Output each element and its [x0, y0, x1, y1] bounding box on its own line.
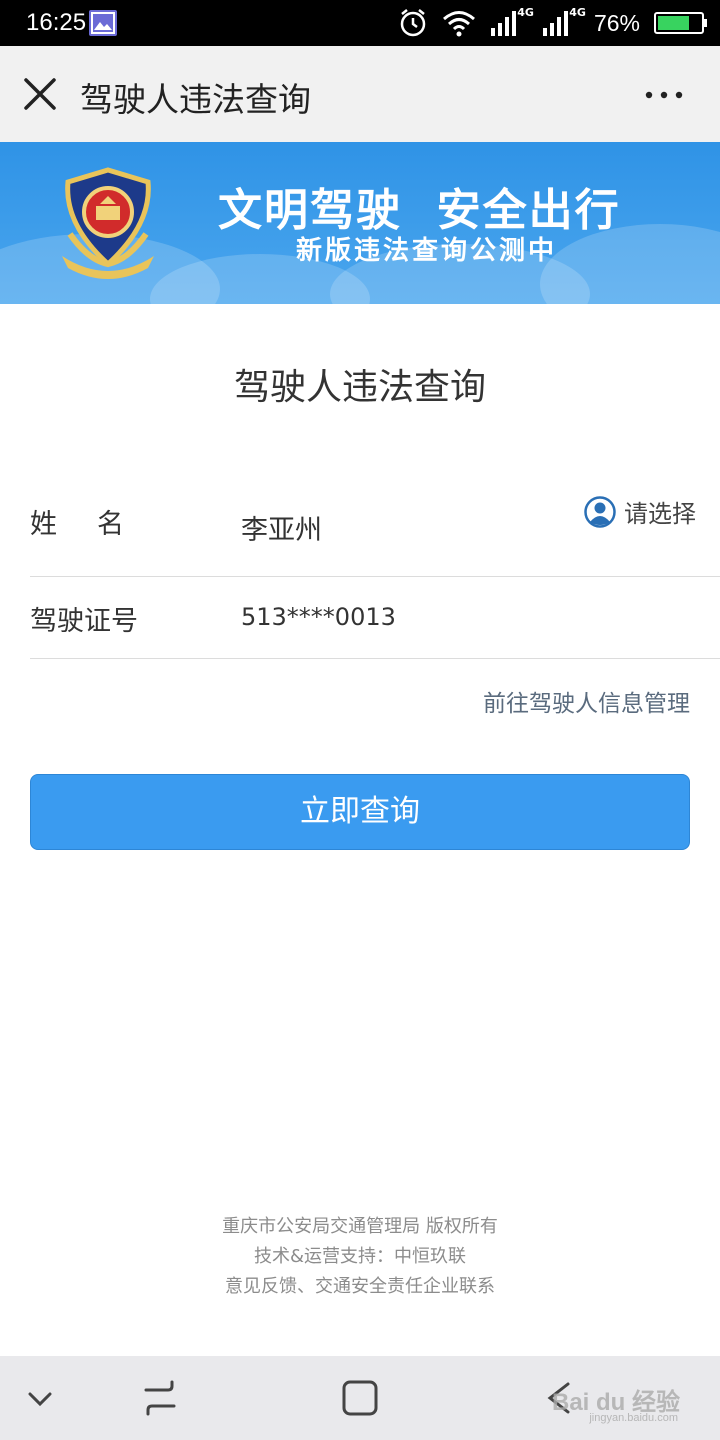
- footer-support: 技术&运营支持：中恒玖联: [253, 1246, 467, 1267]
- name-label: 姓名: [30, 509, 164, 540]
- battery-icon: [654, 12, 707, 34]
- alarm-icon: [400, 9, 426, 37]
- police-emblem-icon: [62, 167, 154, 279]
- wifi-icon: [442, 11, 475, 37]
- footer-feedback-link[interactable]: 意见反馈、交通安全责任企业联系: [0, 1272, 720, 1302]
- signal-icon: 4G: [490, 6, 534, 36]
- user-icon: [584, 495, 616, 528]
- banner-subtitle: 新版违法查询公测中: [296, 236, 558, 266]
- more-options-icon[interactable]: [644, 90, 684, 100]
- name-value[interactable]: 李亚州: [241, 508, 322, 547]
- driver-info-manage-link[interactable]: 前往驾驶人信息管理: [483, 684, 690, 718]
- footer-copyright: 重庆市公安局交通管理局 版权所有: [222, 1216, 498, 1237]
- status-time: 16:25: [26, 9, 87, 36]
- license-label: 驾驶证号: [30, 606, 138, 637]
- title-bar: 驾驶人违法查询: [0, 46, 720, 142]
- form-title: 驾驶人违法查询: [233, 367, 486, 408]
- gallery-notification-icon: [89, 10, 117, 36]
- status-bar: 16:25 4G 4G 76%: [0, 0, 720, 46]
- recent-apps-icon[interactable]: [138, 1376, 182, 1420]
- close-icon[interactable]: [22, 76, 58, 112]
- page-title: 驾驶人违法查询: [80, 80, 311, 119]
- baidu-watermark-url: jingyan.baidu.com: [589, 1412, 678, 1424]
- network-type-label: 4G: [517, 6, 534, 19]
- query-button[interactable]: 立即查询: [30, 774, 690, 850]
- name-row: 姓名 李亚州 请选择: [30, 468, 720, 577]
- select-label: 请选择: [624, 500, 696, 528]
- battery-percent: 76%: [593, 9, 640, 36]
- banner-slogan: 文明驾驶 安全出行: [218, 185, 621, 236]
- home-icon[interactable]: [338, 1376, 382, 1420]
- banner: 文明驾驶 安全出行 新版违法查询公测中: [0, 142, 720, 304]
- select-driver-button[interactable]: 请选择: [584, 494, 696, 529]
- chevron-down-icon[interactable]: [18, 1376, 62, 1420]
- battery-level-fill: [658, 16, 689, 30]
- footer: 重庆市公安局交通管理局 版权所有 技术&运营支持：中恒玖联 意见反馈、交通安全责…: [0, 1212, 720, 1302]
- navigation-bar: Bai du 经验 jingyan.baidu.com: [0, 1356, 720, 1440]
- license-value[interactable]: 513****0013: [241, 603, 396, 631]
- signal-icon-2: 4G: [542, 6, 586, 36]
- status-indicators: 4G 4G 76%: [398, 6, 707, 40]
- network-type-label-2: 4G: [569, 6, 586, 19]
- license-row: 驾驶证号 513****0013: [30, 577, 720, 659]
